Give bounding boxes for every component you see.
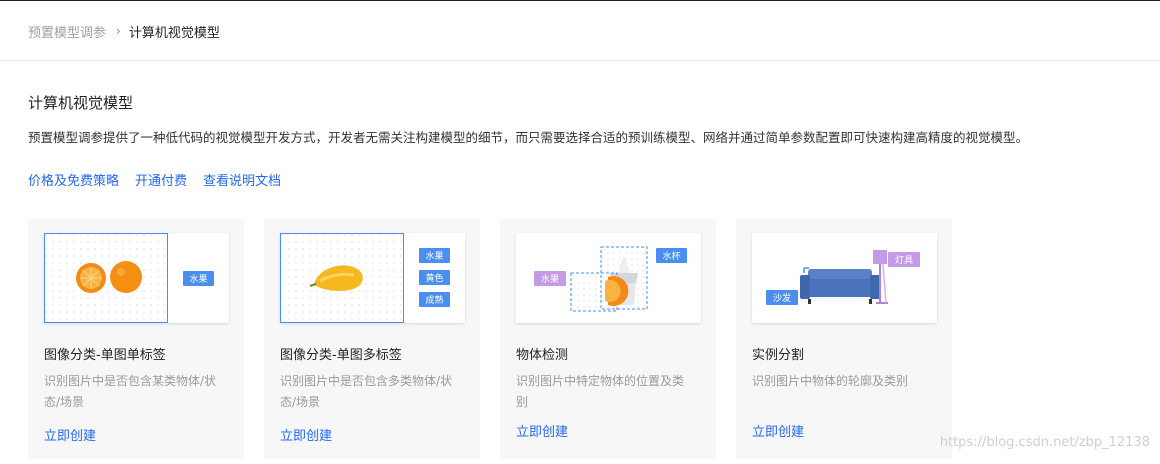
card-illustration: 水果 [44, 233, 229, 323]
card-description: 识别图片中是否包含某类物体/状态/场景 [44, 374, 217, 409]
card-description: 识别图片中特定物体的位置及类别 [516, 374, 685, 409]
orange-half-icon [76, 263, 106, 293]
card-image-classification-single[interactable]: 水果 图像分类-单图单标签 识别图片中是否包含某类物体/状态/场景 立即创建 [28, 219, 244, 459]
tag-label: 沙发 [773, 292, 791, 304]
create-button[interactable]: 立即创建 [516, 421, 568, 440]
top-border [0, 0, 1160, 1]
tag-label: 成熟 [425, 294, 443, 306]
create-button[interactable]: 立即创建 [280, 425, 332, 444]
header-divider [0, 60, 1160, 61]
card-image-classification-multi[interactable]: 水果 黄色 成熟 图像分类-单图多标签 识别图片中是否包含多类物体/状态/场景 … [264, 219, 480, 459]
tag-label: 水杯 [662, 250, 680, 262]
create-button[interactable]: 立即创建 [752, 421, 804, 440]
card-object-detection[interactable]: 水果 水杯 物体检测 识别图片中特定物体的位置及类别 立即创建 [500, 219, 716, 459]
docs-link[interactable]: 查看说明文档 [203, 170, 281, 189]
tag-label: 水果 [541, 273, 559, 285]
tag-label: 黄色 [425, 272, 443, 284]
card-title: 图像分类-单图单标签 [44, 348, 166, 363]
tag-label: 水果 [425, 250, 443, 262]
page-description: 预置模型调参提供了一种低代码的视觉模型开发方式，开发者无需关注构建模型的细节，而… [28, 130, 1029, 145]
card-illustration: 水果 黄色 成熟 [280, 233, 465, 323]
sofa-icon [800, 269, 880, 304]
breadcrumb-parent-link[interactable]: 预置模型调参 [28, 22, 106, 41]
tag-label: 灯具 [895, 255, 913, 266]
tag-label: 水果 [189, 273, 207, 285]
card-title: 图像分类-单图多标签 [280, 348, 402, 363]
card-title: 物体检测 [516, 348, 569, 363]
action-links: 价格及免费策略 开通付费 查看说明文档 [28, 170, 281, 189]
page-title: 计算机视觉模型 [28, 94, 134, 112]
orange-icon [110, 261, 142, 293]
card-illustration: 水果 水杯 [516, 233, 701, 323]
chevron-right-icon: › [116, 24, 121, 38]
create-button[interactable]: 立即创建 [44, 425, 96, 444]
card-description: 识别图片中是否包含多类物体/状态/场景 [280, 374, 453, 409]
card-title: 实例分割 [752, 348, 805, 363]
activate-payment-link[interactable]: 开通付费 [135, 170, 187, 189]
breadcrumb-current: 计算机视觉模型 [128, 25, 220, 41]
pricing-link[interactable]: 价格及免费策略 [28, 170, 119, 189]
watermark: https://blog.csdn.net/zbp_12138 [939, 435, 1150, 450]
card-illustration: 灯具 沙发 [752, 233, 937, 323]
breadcrumb: 预置模型调参 › 计算机视觉模型 [28, 21, 220, 41]
card-description: 识别图片中物体的轮廓及类别 [752, 374, 909, 388]
card-instance-segmentation[interactable]: 灯具 沙发 实例分割 识别图片中物体的轮廓及类别 立即创建 [736, 219, 952, 459]
